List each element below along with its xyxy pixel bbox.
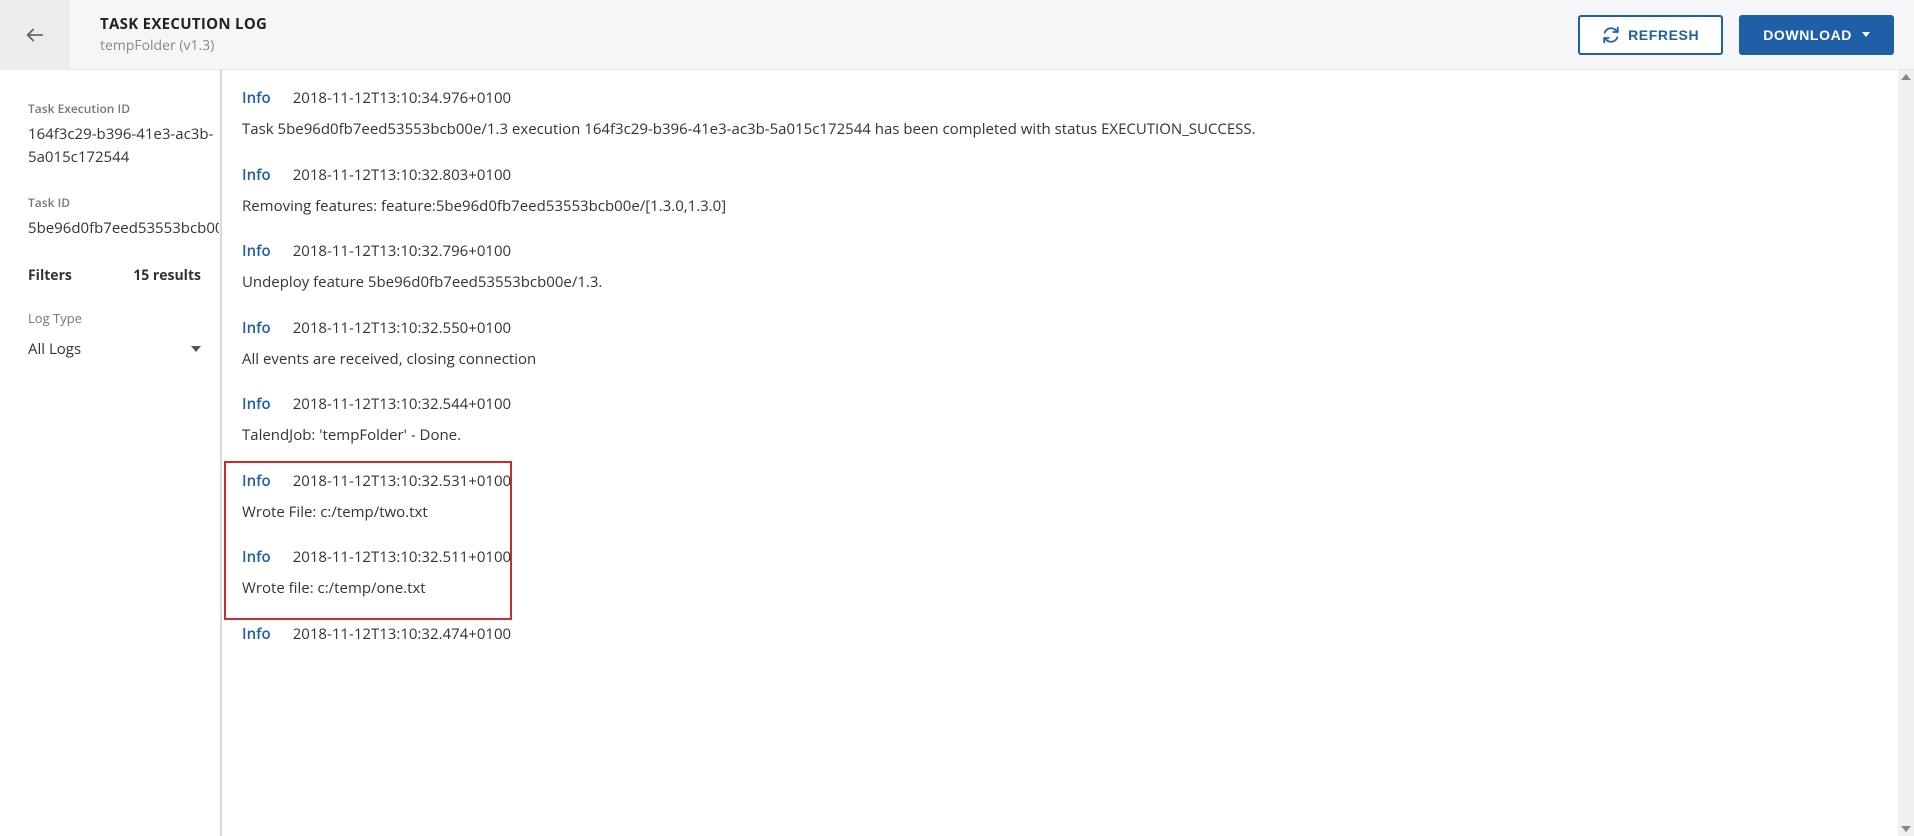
log-entry: Info 2018-11-12T13:10:32.531+0100 Wrote Fi… [238,465,1890,542]
log-message: Task 5be96d0fb7eed53553bcb00e/1.3 execut… [242,118,1886,141]
scroll-down-icon[interactable] [1901,824,1911,834]
log-head: Info 2018-11-12T13:10:32.796+0100 [242,241,1886,261]
log-level: Info [242,318,271,338]
results-count: 15 results [133,266,201,285]
log-message: Undeploy feature 5be96d0fb7eed53553bcb00… [242,271,1886,294]
page-subtitle: tempFolder (v1.3) [100,36,1578,55]
log-message: All events are received, closing connect… [242,348,1886,371]
log-message: Removing features: feature:5be96d0fb7eed… [242,195,1886,218]
page-title: TASK EXECUTION LOG [100,14,1578,34]
log-timestamp: 2018-11-12T13:10:32.474+0100 [293,624,511,644]
scrollbar[interactable] [1898,70,1914,836]
log-entry: Info 2018-11-12T13:10:32.796+0100 Undeploy… [238,235,1890,312]
caret-down-icon [191,346,201,352]
log-timestamp: 2018-11-12T13:10:32.803+0100 [293,165,511,185]
log-level: Info [242,394,271,414]
log-head: Info 2018-11-12T13:10:34.976+0100 [242,88,1886,108]
log-entry: Info 2018-11-12T13:10:34.976+0100 Task 5be… [238,82,1890,159]
log-level: Info [242,624,271,644]
refresh-label: REFRESH [1628,27,1699,43]
log-entry: Info 2018-11-12T13:10:32.474+0100 [238,618,1890,672]
log-entry: Info 2018-11-12T13:10:32.544+0100 TalendJo… [238,388,1890,465]
logtype-label: Log Type [28,309,219,327]
log-timestamp: 2018-11-12T13:10:32.544+0100 [293,394,511,414]
log-message: TalendJob: 'tempFolder' - Done. [242,424,1886,447]
refresh-icon [1602,26,1620,44]
log-head: Info 2018-11-12T13:10:32.531+0100 [242,471,1886,491]
log-head: Info 2018-11-12T13:10:32.474+0100 [242,624,1886,644]
log-head: Info 2018-11-12T13:10:32.550+0100 [242,318,1886,338]
header-titles: TASK EXECUTION LOG tempFolder (v1.3) [70,14,1578,55]
scroll-up-icon[interactable] [1901,72,1911,82]
header: TASK EXECUTION LOG tempFolder (v1.3) REF… [0,0,1914,70]
logtype-value: All Logs [28,339,81,359]
log-entry: Info 2018-11-12T13:10:32.803+0100 Removing… [238,159,1890,236]
log-timestamp: 2018-11-12T13:10:32.796+0100 [293,241,511,261]
task-execution-id-value: 164f3c29-b396-41e3-ac3b-5a015c172544 [28,123,219,168]
log-timestamp: 2018-11-12T13:10:32.511+0100 [293,547,511,567]
chevron-down-icon [1862,32,1870,37]
log-head: Info 2018-11-12T13:10:32.544+0100 [242,394,1886,414]
filters-row: Filters 15 results [28,266,219,285]
log-head: Info 2018-11-12T13:10:32.803+0100 [242,165,1886,185]
log-entry: Info 2018-11-12T13:10:32.550+0100 All even… [238,312,1890,389]
log-timestamp: 2018-11-12T13:10:32.531+0100 [293,471,511,491]
sidebar: Task Execution ID 164f3c29-b396-41e3-ac3… [0,70,220,836]
log-level: Info [242,547,271,567]
download-label: DOWNLOAD [1763,27,1852,43]
logtype-select[interactable]: All Logs [28,335,219,366]
task-id-value: 5be96d0fb7eed53553bcb00e [28,217,219,240]
body: Task Execution ID 164f3c29-b396-41e3-ac3… [0,70,1914,836]
log-level: Info [242,165,271,185]
log-timestamp: 2018-11-12T13:10:34.976+0100 [293,88,511,108]
log-area: Info 2018-11-12T13:10:34.976+0100 Task 5be… [222,70,1914,836]
task-execution-id-label: Task Execution ID [28,100,219,117]
refresh-button[interactable]: REFRESH [1578,15,1723,55]
header-actions: REFRESH DOWNLOAD [1578,15,1914,55]
log-entry: Info 2018-11-12T13:10:32.511+0100 Wrote fi… [238,541,1890,618]
task-id-label: Task ID [28,194,219,211]
log-message: Wrote file: c:/temp/one.txt [242,577,1886,600]
log-message: Wrote File: c:/temp/two.txt [242,501,1886,524]
arrow-left-icon [24,24,46,46]
log-level: Info [242,471,271,491]
download-button[interactable]: DOWNLOAD [1739,15,1894,55]
log-head: Info 2018-11-12T13:10:32.511+0100 [242,547,1886,567]
log-level: Info [242,241,271,261]
filters-label: Filters [28,266,72,285]
back-button[interactable] [0,0,70,70]
log-level: Info [242,88,271,108]
log-timestamp: 2018-11-12T13:10:32.550+0100 [293,318,511,338]
